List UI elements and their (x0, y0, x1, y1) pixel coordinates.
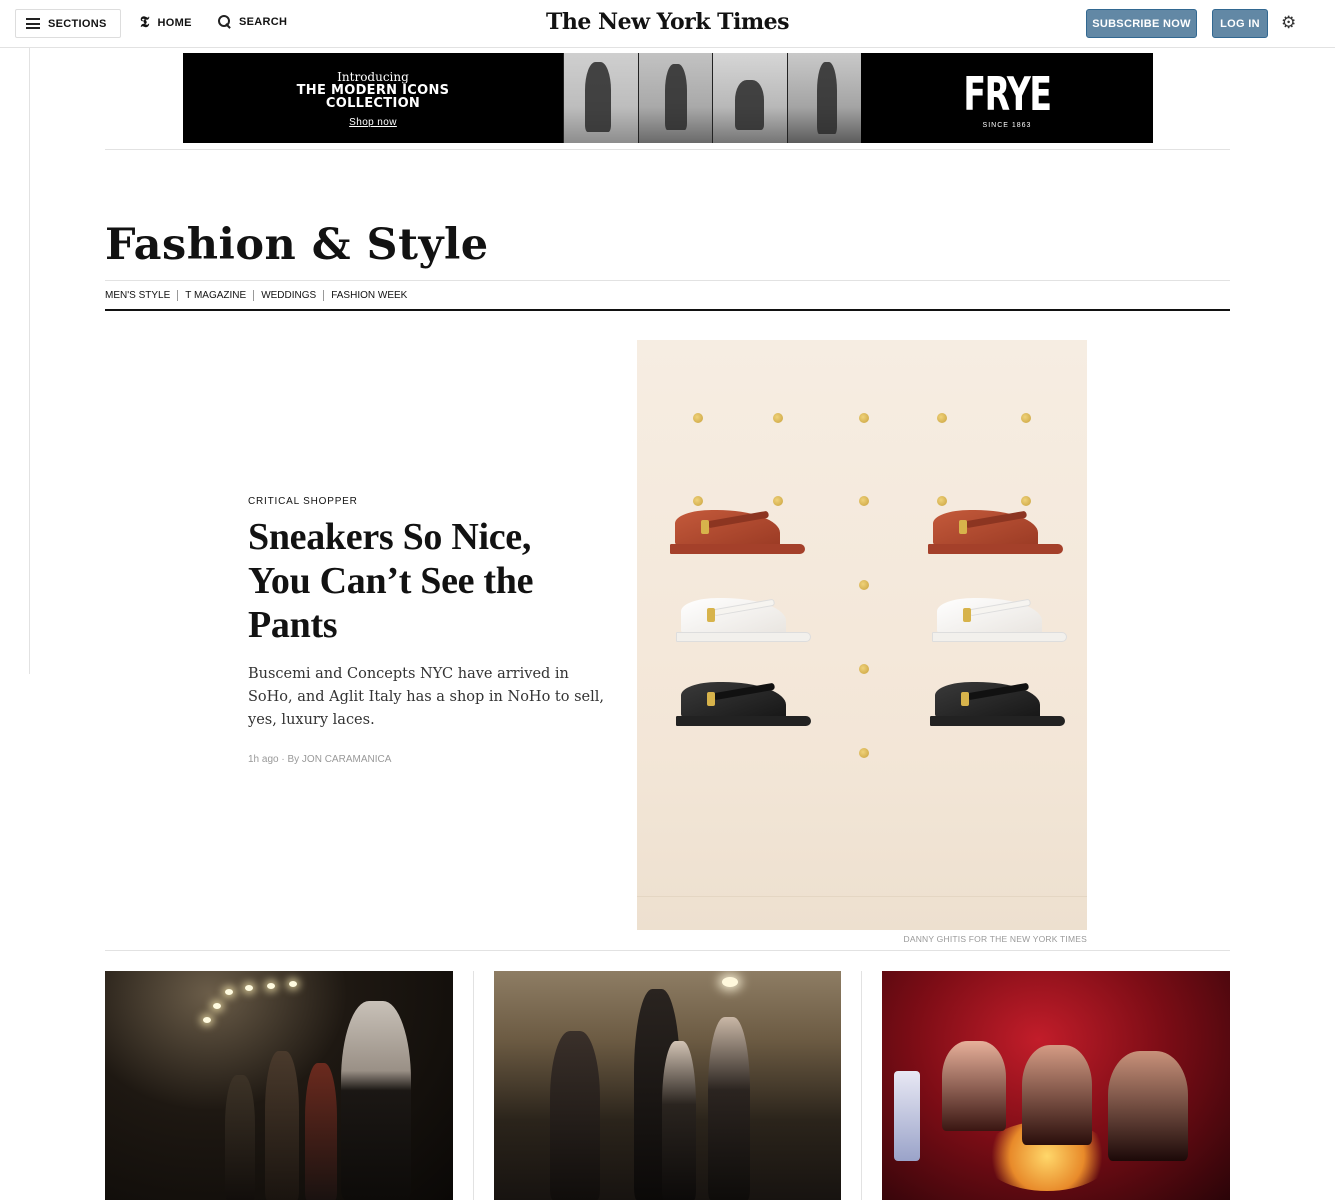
lead-summary: Buscemi and Concepts NYC have arrived in… (248, 666, 604, 728)
ad-headline-line2: COLLECTION (325, 96, 421, 111)
photo-credit: DANNY GHITIS FOR THE NEW YORK TIMES (903, 934, 1087, 944)
frye-ad-banner[interactable]: Introducing THE MODERN ICONS COLLECTION … (183, 53, 1153, 143)
runway-photo-2[interactable] (494, 971, 841, 1200)
party-guest (1108, 1051, 1188, 1161)
subnav-divider (105, 309, 1230, 311)
party-guest (1022, 1045, 1092, 1145)
peg (937, 496, 947, 506)
ad-brand-panel: FRYE SINCE 1863 (861, 53, 1153, 143)
section-title[interactable]: Fashion & Style (105, 217, 489, 273)
runway-model (225, 1075, 255, 1200)
frye-logo: FRYE (963, 67, 1052, 121)
brown-sneaker (665, 510, 805, 556)
white-sneaker (671, 598, 811, 644)
brown-sneaker (923, 510, 1063, 556)
ad-photo (637, 53, 712, 143)
subnav-t-magazine[interactable]: T MAGAZINE (185, 290, 255, 301)
runway-model (265, 1051, 299, 1200)
runway-model (662, 1041, 696, 1200)
column-divider (473, 971, 474, 1200)
subnav-mens-style[interactable]: MEN'S STYLE (105, 290, 179, 301)
hamburger-icon (26, 18, 40, 29)
party-photo[interactable] (882, 971, 1230, 1200)
stage-light (245, 985, 253, 991)
stage-light (289, 981, 297, 987)
stage-light (267, 983, 275, 989)
ad-photo (786, 53, 861, 143)
black-sneaker (925, 682, 1065, 728)
peg (773, 496, 783, 506)
sections-button[interactable]: SECTIONS (15, 9, 121, 38)
party-guest (942, 1041, 1006, 1131)
search-button[interactable]: SEARCH (218, 15, 287, 28)
peg (1021, 413, 1031, 423)
peg (859, 748, 869, 758)
peg (693, 496, 703, 506)
ad-headline: THE MODERN ICONS COLLECTION (183, 84, 563, 110)
runway-model (305, 1063, 337, 1200)
white-sneaker (927, 598, 1067, 644)
lead-kicker[interactable]: CRITICAL SHOPPER (248, 496, 358, 507)
subnav-weddings[interactable]: WEDDINGS (261, 290, 325, 301)
masthead: SECTIONS 𝕿 HOME SEARCH The New York Time… (0, 0, 1335, 48)
vodka-bottle (894, 1071, 920, 1161)
subscribe-button[interactable]: SUBSCRIBE NOW (1086, 9, 1197, 38)
black-sneaker (671, 682, 811, 728)
peg (693, 413, 703, 423)
subnav-fashion-week[interactable]: FASHION WEEK (331, 290, 414, 301)
gear-icon[interactable]: ⚙ (1281, 14, 1299, 32)
peg (859, 496, 869, 506)
nyt-logo[interactable]: The New York Times (546, 9, 790, 35)
stage-light (213, 1003, 221, 1009)
t-logo-icon: 𝕿 (140, 13, 150, 31)
lead-byline: 1h ago · By JON CARAMANICA (248, 754, 392, 765)
runway-model (341, 1001, 411, 1200)
ad-text-panel: Introducing THE MODERN ICONS COLLECTION … (183, 53, 563, 143)
sections-label: SECTIONS (48, 17, 107, 30)
login-button[interactable]: LOG IN (1212, 9, 1268, 38)
runway-photo-1[interactable] (105, 971, 453, 1200)
runway-model (550, 1031, 600, 1200)
ad-photo-strip (563, 53, 861, 143)
section-subnav: MEN'S STYLE T MAGAZINE WEDDINGS FASHION … (105, 290, 421, 301)
home-label: HOME (157, 16, 192, 29)
ad-photo (563, 53, 638, 143)
peg (773, 413, 783, 423)
ad-divider (105, 149, 1230, 150)
lead-divider (105, 950, 1230, 951)
stage-light (722, 977, 738, 987)
peg (1021, 496, 1031, 506)
peg (859, 580, 869, 590)
lead-headline[interactable]: Sneakers So Nice, You Can’t See the Pant… (248, 515, 578, 647)
stage-light (203, 1017, 211, 1023)
ad-shop-now-link[interactable]: Shop now (183, 117, 563, 128)
left-divider (29, 48, 30, 674)
column-divider (861, 971, 862, 1200)
title-divider (105, 280, 1230, 281)
peg (859, 664, 869, 674)
ad-intro: Introducing (337, 70, 409, 84)
stage-light (225, 989, 233, 995)
lead-image-sneaker-wall[interactable] (637, 340, 1087, 930)
search-icon (218, 15, 231, 28)
ad-photo (712, 53, 787, 143)
home-link[interactable]: 𝕿 HOME (140, 15, 192, 30)
peg (937, 413, 947, 423)
runway-model (708, 1017, 750, 1200)
search-label: SEARCH (239, 15, 288, 28)
peg (859, 413, 869, 423)
wall-floor-line (637, 896, 1087, 897)
ad-since: SINCE 1863 (982, 122, 1032, 129)
